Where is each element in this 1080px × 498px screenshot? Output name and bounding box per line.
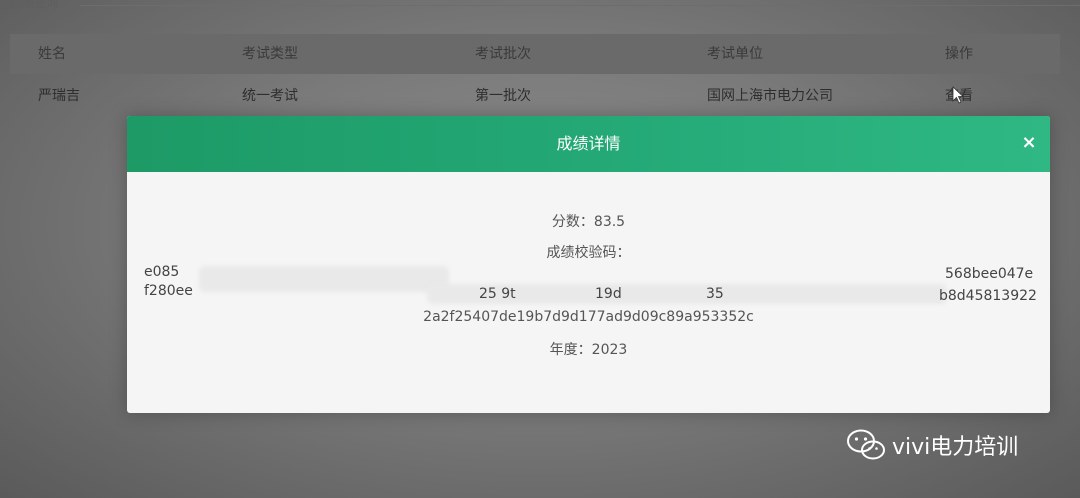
score-detail-modal: 成绩详情 × 分数：83.5 成绩校验码： e085 568bee047e f2… [127,116,1050,413]
header-batch: 考试批次 [475,46,531,62]
row-batch: 第一批次 [475,88,531,104]
header-exam-type: 考试类型 [242,46,298,62]
row-unit: 国网上海市电力公司 [707,88,833,104]
row-name: 严瑞吉 [38,88,80,104]
heading-divider [80,5,1080,6]
year-text: 年度：2023 [549,342,628,358]
header-unit: 考试单位 [707,46,763,62]
redaction-smudge [199,266,449,292]
modal-header: 成绩详情 × [127,116,1050,172]
hash-fragment: 25 9t [479,286,516,302]
page-heading: 成绩查询 [10,0,59,10]
hash-fragment: 35 [706,286,724,302]
row-exam-type: 统一考试 [242,88,298,104]
hash-fragment: 19d [595,286,622,302]
watermark: vivi电力培训 [846,425,1018,465]
watermark-text: vivi电力培训 [892,435,1019,460]
wechat-icon [847,429,885,460]
header-name: 姓名 [38,46,66,62]
hash-fragment: f280ee [144,283,193,299]
mouse-cursor-icon [952,86,964,104]
results-table-header: 姓名 考试类型 考试批次 考试单位 操作 [10,34,1060,74]
score-text: 分数：83.5 [551,214,626,230]
hash-fragment: 568bee047e [945,266,1034,282]
close-icon[interactable]: × [1018,132,1040,154]
header-action: 操作 [945,46,973,62]
modal-title: 成绩详情 [556,134,621,153]
verify-code-label: 成绩校验码： [546,245,631,261]
verify-code-final: 2a2f25407de19b7d9d177ad9d09c89a953352c [423,309,754,325]
hash-fragment: e085 [144,264,180,280]
hash-fragment: b8d45813922 [939,288,1037,304]
table-row: 严瑞吉 统一考试 第一批次 国网上海市电力公司 查看 [10,76,1060,116]
